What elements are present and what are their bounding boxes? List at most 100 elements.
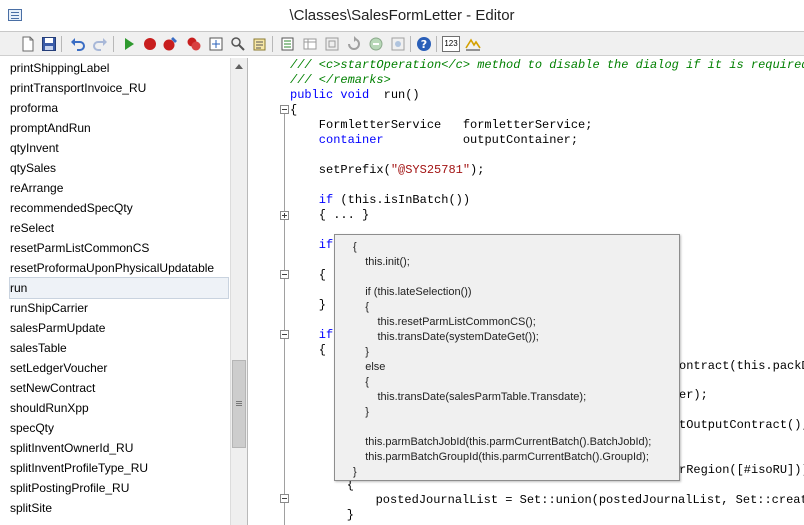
undo-icon[interactable] [70, 36, 86, 52]
list-tables-icon[interactable] [302, 36, 318, 52]
code-line: /// </remarks> [290, 73, 391, 87]
window-title: \Classes\SalesFormLetter - Editor [289, 7, 515, 24]
tooltip-code-line: this.transDate(salesParmTable.Transdate)… [353, 391, 587, 403]
tooltip-code-line: this.transDate(systemDateGet()); [353, 331, 539, 343]
tooltip-code-line: this.parmBatchGroupId(this.parmCurrentBa… [353, 451, 649, 463]
list-classes-icon[interactable] [324, 36, 340, 52]
method-list-item[interactable]: reArrange [10, 178, 228, 198]
method-list-item[interactable]: splitInventProfileType_RU [10, 458, 228, 478]
scrollbar-thumb[interactable] [232, 360, 246, 448]
toolbar-separator [272, 36, 273, 52]
method-list-item[interactable]: setNewContract [10, 378, 228, 398]
method-list-item[interactable]: resetProformaUponPhysicalUpdatable [10, 258, 228, 278]
keyword: public void [290, 88, 370, 102]
method-list-item[interactable]: resetParmListCommonCS [10, 238, 228, 258]
tooltip-code-line: this.resetParmListCommonCS(); [353, 316, 536, 328]
method-list-item[interactable]: proforma [10, 98, 228, 118]
script-icon[interactable] [465, 36, 481, 52]
method-list-scrollbar[interactable] [230, 58, 247, 525]
save-icon[interactable] [41, 36, 57, 52]
properties-icon[interactable] [252, 36, 268, 52]
method-list-item[interactable]: qtyInvent [10, 138, 228, 158]
tooltip-code-line: else [353, 361, 386, 373]
label-icon[interactable] [390, 36, 406, 52]
redo-icon[interactable] [92, 36, 108, 52]
new-icon[interactable] [20, 36, 36, 52]
string-literal: "@SYS25781" [390, 163, 471, 177]
code-line-fragment: ontract(this.packDa [679, 359, 804, 373]
tooltip-code-line: this.parmBatchJobId(this.parmCurrentBatc… [353, 436, 652, 448]
keyword: if [290, 193, 334, 207]
tooltip-code-line: } [353, 406, 369, 418]
title-bar: \Classes\SalesFormLetter - Editor [0, 0, 804, 32]
code-line: } [290, 298, 327, 312]
code-line: { [290, 343, 327, 357]
code-text: ); [470, 163, 485, 177]
method-list-item[interactable]: reSelect [10, 218, 228, 238]
toolbar-separator [436, 36, 437, 52]
code-line: postedJournalList = Set::union(postedJou… [318, 493, 804, 507]
lookup-properties-icon[interactable] [280, 36, 296, 52]
method-list-item[interactable]: promptAndRun [10, 118, 228, 138]
line-number-icon[interactable]: 123 [442, 36, 460, 52]
method-list-item[interactable]: salesTable [10, 338, 228, 358]
collapse-icon[interactable] [280, 270, 289, 279]
code-line: /// <c>startOperation</c> method to disa… [290, 58, 804, 72]
method-list-item[interactable]: splitSite [10, 498, 228, 518]
code-text: (this.isInBatch()) [333, 193, 471, 207]
tooltip-code-line: } [353, 466, 357, 478]
expand-icon[interactable] [280, 211, 289, 220]
toggle-breakpoint-icon[interactable] [162, 36, 178, 52]
method-list-item[interactable]: run [9, 277, 229, 299]
collapsed-code-tooltip: { this.init(); if (this.lateSelection())… [334, 234, 680, 481]
list-types-icon[interactable] [346, 36, 362, 52]
method-list-item[interactable]: splitInventOwnerId_RU [10, 438, 228, 458]
svg-text:?: ? [421, 38, 427, 51]
scroll-up-arrow-icon[interactable] [231, 58, 247, 75]
method-list-item[interactable]: qtySales [10, 158, 228, 178]
code-line: if [290, 328, 334, 342]
code-line-fragment: tOutputContract(); [679, 418, 804, 432]
method-list-item[interactable]: setLedgerVoucher [10, 358, 228, 378]
tooltip-code-line: { [353, 241, 357, 253]
code-line: setPrefix("@SYS25781"); [290, 163, 485, 178]
toolbar: ? 123 [0, 32, 804, 56]
method-list-item[interactable]: specQty [10, 418, 228, 438]
code-line: } [318, 508, 355, 522]
code-line-fragment: rRegion([#isoRU])) [679, 463, 804, 477]
method-list-item[interactable]: printShippingLabel [10, 58, 228, 78]
code-line-fragment: er); [679, 388, 708, 402]
toolbar-separator [61, 36, 62, 52]
lookup-icon[interactable] [230, 36, 246, 52]
breakpoint-icon[interactable] [142, 36, 158, 52]
code-line: container outputContainer; [290, 133, 578, 148]
help-icon[interactable]: ? [416, 36, 432, 52]
method-list-item[interactable]: recommendedSpecQty [10, 198, 228, 218]
method-list-item[interactable]: runShipCarrier [10, 298, 228, 318]
run-icon[interactable] [121, 36, 137, 52]
compile-icon[interactable] [208, 36, 224, 52]
code-line: FormletterService formletterService; [290, 118, 593, 132]
code-line: { [290, 103, 298, 117]
code-line: { ... } [290, 208, 370, 222]
method-list-item[interactable]: printTransportInvoice_RU [10, 78, 228, 98]
method-list-item[interactable]: shouldRunXpp [10, 398, 228, 418]
method-list: printShippingLabel printTransportInvoice_… [0, 58, 248, 525]
tooltip-code-line: { [353, 376, 369, 388]
method-list-item[interactable]: splitPostingProfile_RU [10, 478, 228, 498]
toolbar-separator [113, 36, 114, 52]
toolbar-separator [410, 36, 411, 52]
method-list-item[interactable]: salesParmUpdate [10, 318, 228, 338]
code-line: if (this.isInBatch()) [290, 193, 470, 208]
code-line: if [290, 238, 334, 252]
collapse-icon[interactable] [280, 330, 289, 339]
list-enums-icon[interactable] [368, 36, 384, 52]
tooltip-code-line: } [353, 346, 369, 358]
collapse-icon[interactable] [280, 494, 289, 503]
tooltip-code-line: { [353, 301, 369, 313]
collapse-icon[interactable] [280, 105, 289, 114]
grip-icon [236, 401, 242, 402]
tooltip-code-line: if (this.lateSelection()) [353, 286, 472, 298]
remove-breakpoints-icon[interactable] [186, 36, 202, 52]
tooltip-code-line: this.init(); [353, 256, 410, 268]
